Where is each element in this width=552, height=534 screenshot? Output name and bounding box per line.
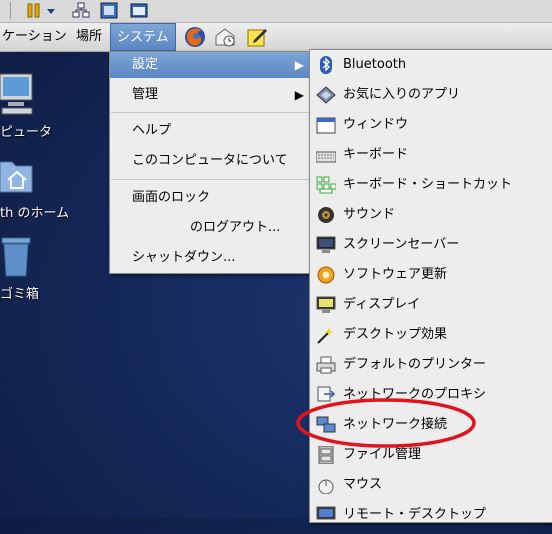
keyboard-shortcut-icon (316, 176, 337, 194)
menu-item-lock-screen[interactable]: 画面のロック (110, 185, 310, 211)
keyboard-icon (315, 146, 337, 164)
remote-desktop-icon (316, 506, 336, 524)
submenu-item-sound[interactable]: サウンド (310, 202, 552, 228)
system-dropdown: 設定 ▶ 管理 ▶ ヘルプ このコンピュータについて 画面のロック のログアウト… (109, 51, 311, 274)
software-update-icon (316, 266, 336, 284)
printer-icon (316, 356, 336, 374)
menu-item-settings[interactable]: 設定 ▶ (110, 52, 310, 78)
applications-menu[interactable]: ケーション (2, 23, 67, 51)
submenu-item-label: ディスプレイ (343, 297, 421, 312)
window-icon[interactable] (130, 2, 148, 19)
chevron-right-icon: ▶ (294, 88, 304, 102)
window-icon (316, 116, 336, 134)
menu-item-logout[interactable]: のログアウト... (110, 215, 310, 241)
submenu-item-desktop-effects[interactable]: デスクトップ効果 (310, 322, 552, 348)
mail-clock-icon[interactable] (214, 26, 236, 48)
desktop-icon-label: th のホーム (0, 206, 70, 221)
submenu-item-remote-desktop[interactable]: リモート・デスクトップ (310, 502, 552, 528)
firefox-icon[interactable] (184, 26, 206, 48)
menu-item-shutdown[interactable]: シャットダウン... (110, 245, 310, 271)
submenu-item-label: キーボード (343, 147, 409, 162)
settings-submenu: Bluetooth お気に入りのアプリ ウィンドウ キーボード キーボード・ショ… (309, 49, 552, 523)
mouse-icon (316, 476, 336, 495)
submenu-item-display[interactable]: ディスプレイ (310, 292, 552, 318)
desktop-icon-label: ピュータ (0, 125, 53, 140)
trash-icon[interactable] (0, 236, 34, 278)
submenu-item-label: サウンド (343, 207, 396, 222)
menu-item-label: 設定 (132, 57, 159, 72)
submenu-item-label: デフォルトのプリンター (343, 357, 487, 372)
dropdown-arrow-icon[interactable] (46, 2, 56, 19)
top-toolbar (0, 0, 552, 23)
menu-separator (111, 112, 309, 113)
menu-item-about[interactable]: このコンピュータについて (110, 148, 310, 174)
pause-icon[interactable] (25, 2, 43, 19)
desktop-icon-label: ゴミ箱 (0, 287, 40, 302)
menu-item-label: このコンピュータについて (132, 153, 288, 168)
menu-item-admin[interactable]: 管理 ▶ (110, 82, 310, 108)
submenu-item-software-update[interactable]: ソフトウェア更新 (310, 262, 552, 288)
notes-icon[interactable] (246, 26, 268, 48)
submenu-item-label: お気に入りのアプリ (343, 87, 461, 102)
menu-separator (111, 179, 309, 180)
submenu-item-bluetooth[interactable]: Bluetooth (310, 52, 552, 78)
submenu-item-default-printer[interactable]: デフォルトのプリンター (310, 352, 552, 378)
submenu-item-keyboard[interactable]: キーボード (310, 142, 552, 168)
submenu-item-label: マウス (343, 477, 383, 492)
screensaver-icon (316, 236, 336, 254)
submenu-item-label: ウィンドウ (343, 117, 409, 132)
submenu-item-screensaver[interactable]: スクリーンセーバー (310, 232, 552, 258)
submenu-item-favorite-apps[interactable]: お気に入りのアプリ (310, 82, 552, 108)
display-icon (316, 296, 336, 314)
submenu-item-label: Bluetooth (343, 57, 407, 72)
submenu-item-label: リモート・デスクトップ (343, 507, 487, 522)
submenu-item-label: ソフトウェア更新 (343, 267, 448, 282)
toolbar-divider (10, 2, 11, 19)
top-panel: ケーション 場所 システム (0, 23, 552, 52)
system-menu[interactable]: システム (110, 23, 176, 51)
menu-item-help[interactable]: ヘルプ (110, 118, 310, 144)
favorite-apps-icon (316, 86, 336, 104)
submenu-item-mouse[interactable]: マウス (310, 472, 552, 498)
menu-item-label: のログアウト... (190, 220, 281, 235)
menu-item-label: シャットダウン... (132, 250, 236, 265)
submenu-item-window[interactable]: ウィンドウ (310, 112, 552, 138)
sound-icon (316, 206, 336, 224)
desktop-effects-icon (316, 326, 336, 344)
fit-screen-icon[interactable] (100, 2, 118, 19)
chevron-right-icon: ▶ (294, 58, 304, 72)
submenu-item-label: デスクトップ効果 (343, 327, 448, 342)
menu-item-label: 管理 (132, 87, 159, 102)
menu-item-label: 画面のロック (132, 190, 211, 205)
home-folder-icon[interactable] (0, 156, 34, 194)
network-tree-icon[interactable] (72, 2, 90, 19)
places-menu[interactable]: 場所 (76, 23, 102, 51)
submenu-item-keyboard-shortcuts[interactable]: キーボード・ショートカット (310, 172, 552, 198)
submenu-item-label: キーボード・ショートカット (343, 177, 513, 192)
submenu-item-label: スクリーンセーバー (343, 237, 460, 252)
computer-icon[interactable] (0, 72, 34, 116)
bluetooth-icon (316, 56, 336, 74)
menu-item-label: ヘルプ (132, 123, 172, 138)
annotation-ellipse (296, 398, 476, 448)
